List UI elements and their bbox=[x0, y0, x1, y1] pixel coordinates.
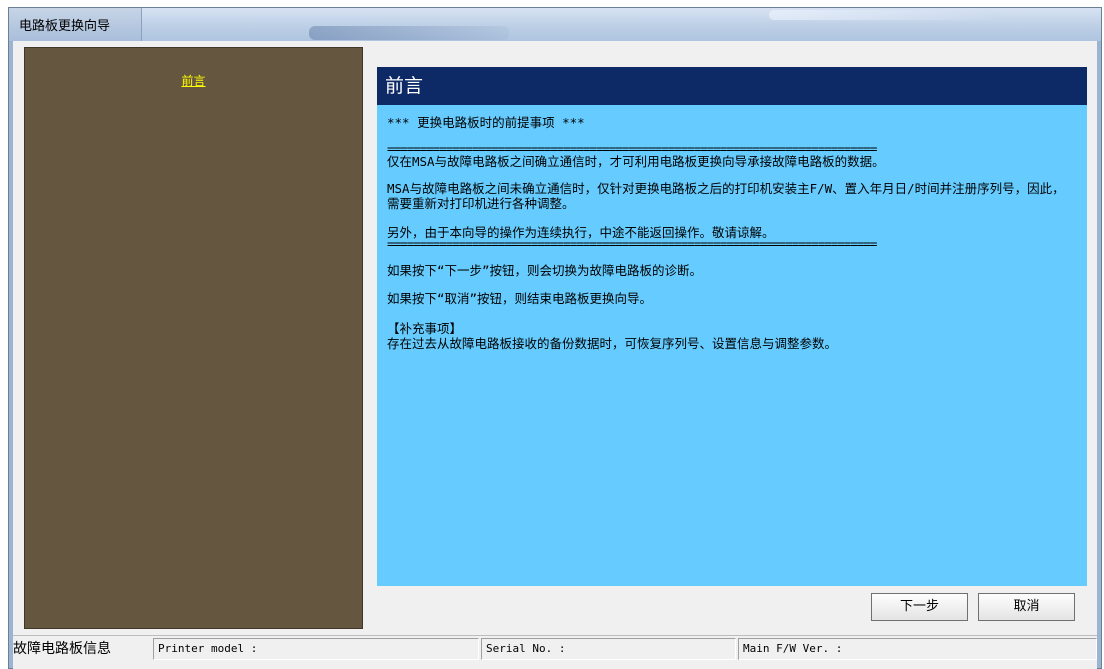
paragraph-5: 如果按下“取消”按钮，则结束电路板更换向导。 bbox=[387, 291, 653, 306]
page-title: 前言 bbox=[377, 67, 1087, 105]
paragraph-3: 另外，由于本向导的操作为连续执行，中途不能返回操作。敬请谅解。 bbox=[387, 225, 775, 240]
paragraph-2: MSA与故障电路板之间未确立通信时，仅针对更换电路板之后的打印机安装主F/W、置… bbox=[387, 181, 1065, 211]
cancel-button[interactable]: 取消 bbox=[978, 593, 1075, 621]
paragraph-1: 仅在MSA与故障电路板之间确立通信时，才可利用电路板更换向导承接故障电路板的数据… bbox=[387, 154, 885, 169]
main-fw-version-field: Main F/W Ver. : bbox=[738, 638, 1097, 660]
separator-top: ========================================… bbox=[387, 145, 877, 154]
serial-number-field: Serial No. : bbox=[481, 638, 736, 660]
step-sidebar: 前言 bbox=[24, 47, 363, 629]
title-bar-background bbox=[309, 26, 509, 40]
supplement-title: 【补充事项】 bbox=[387, 321, 463, 336]
title-bar-highlight bbox=[769, 10, 999, 20]
status-label: 故障电路板信息 bbox=[13, 641, 111, 657]
content-heading: *** 更换电路板时的前提事项 *** bbox=[387, 115, 585, 130]
content-panel: 前言 *** 更换电路板时的前提事项 *** =================… bbox=[377, 67, 1087, 586]
wizard-client-area: 前言 前言 *** 更换电路板时的前提事项 *** ==============… bbox=[13, 41, 1097, 669]
instructions-text: *** 更换电路板时的前提事项 *** ====================… bbox=[387, 115, 1077, 351]
title-bar[interactable]: 电路板更换向导 bbox=[9, 8, 1101, 41]
printer-model-field: Printer model : bbox=[153, 638, 479, 660]
sidebar-step-current: 前言 bbox=[181, 74, 206, 88]
paragraph-4: 如果按下“下一步”按钮，则会切换为故障电路板的诊断。 bbox=[387, 263, 703, 278]
status-bar: 故障电路板信息 Printer model : Serial No. : Mai… bbox=[13, 635, 1097, 669]
supplement-text: 存在过去从故障电路板接收的备份数据时，可恢复序列号、设置信息与调整参数。 bbox=[387, 336, 838, 351]
window-title: 电路板更换向导 bbox=[19, 19, 111, 34]
separator-bottom: ========================================… bbox=[387, 240, 877, 249]
wizard-window: 电路板更换向导 前言 前言 *** 更换电路板时的前提事项 *** ======… bbox=[8, 7, 1102, 669]
next-button[interactable]: 下一步 bbox=[871, 593, 968, 621]
